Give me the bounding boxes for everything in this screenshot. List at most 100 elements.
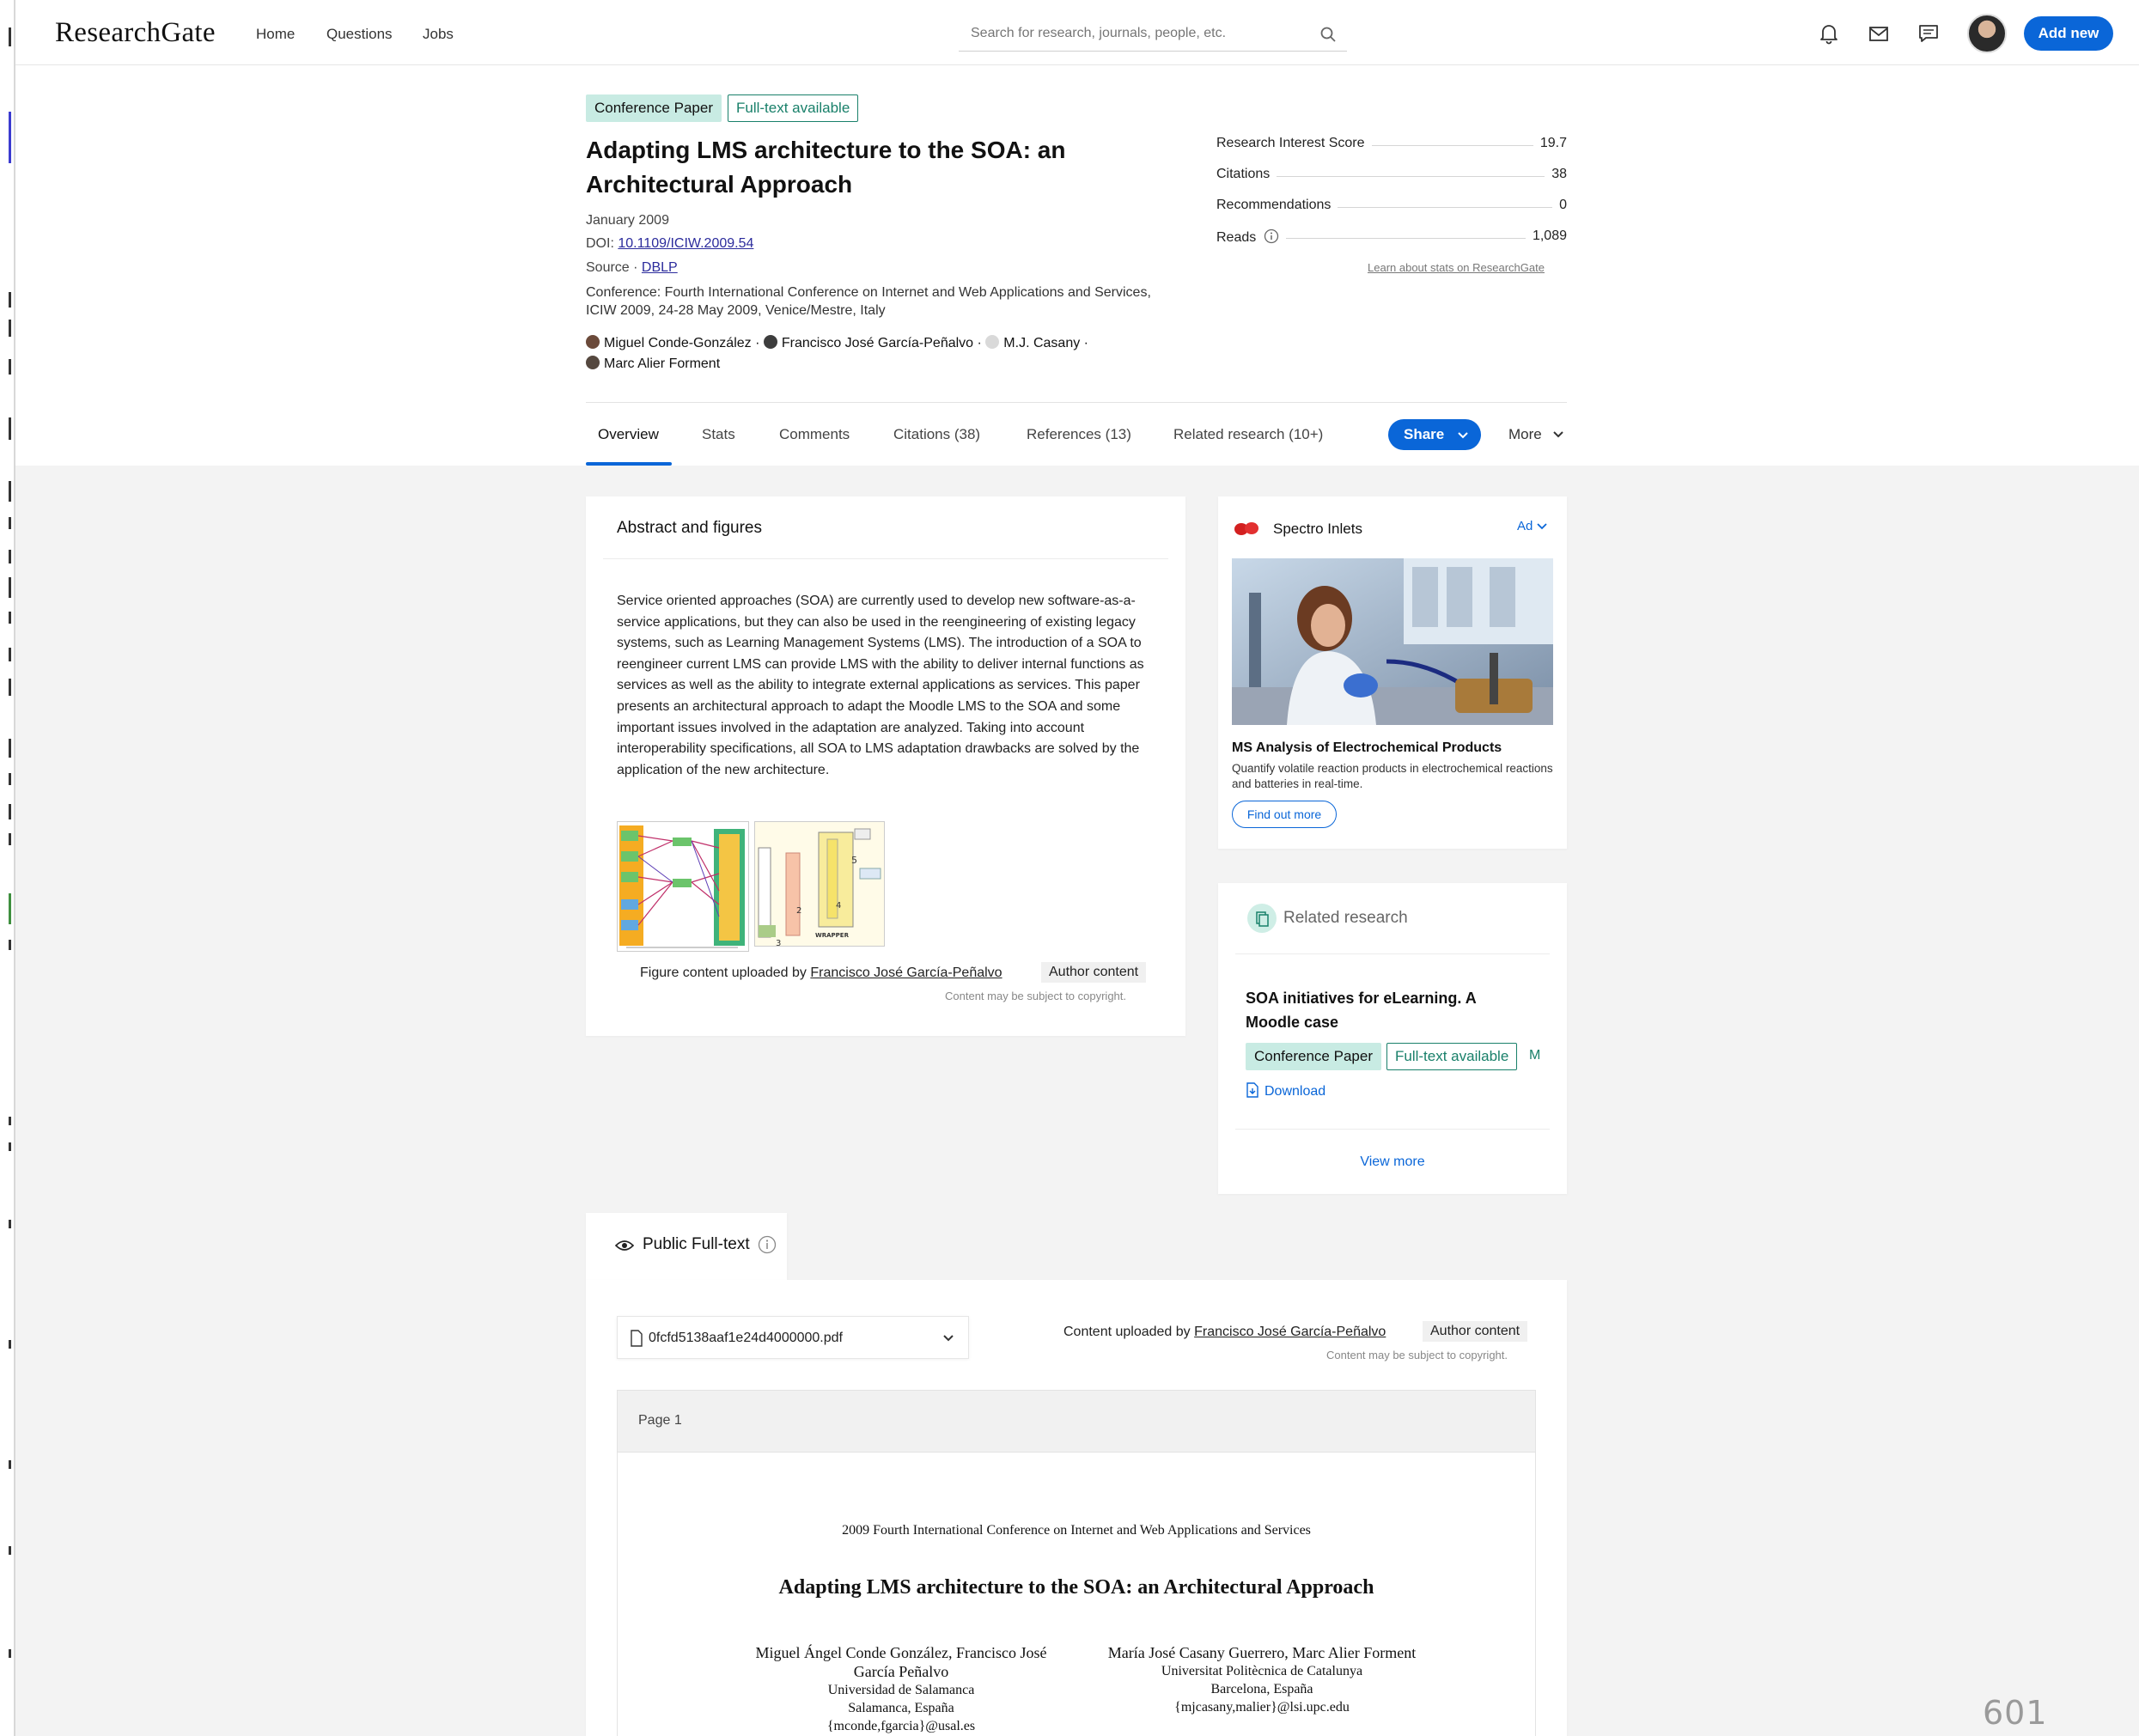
fig-label-wrapper: WRAPPER: [815, 932, 850, 939]
learn-stats-link[interactable]: Learn about stats on ResearchGate: [1368, 261, 1545, 274]
author-link[interactable]: Francisco José García-Peñalvo: [782, 336, 973, 350]
author-content-badge: Author content: [1423, 1321, 1528, 1342]
paper-type-badge: Conference Paper: [586, 94, 722, 122]
related-fulltext-badge: Full-text available: [1386, 1043, 1518, 1070]
researchgate-logo[interactable]: ResearchGate: [55, 17, 216, 49]
info-icon[interactable]: [1264, 228, 1279, 244]
stat-label: Citations: [1216, 167, 1277, 182]
paper-title: Adapting LMS architecture to the SOA: an…: [586, 137, 1066, 198]
chevron-down-icon: [1536, 523, 1547, 530]
author-link[interactable]: Marc Alier Forment: [604, 356, 720, 371]
author-link[interactable]: Miguel Conde-González: [604, 336, 752, 350]
author-avatar: [985, 335, 1000, 349]
tab-overview[interactable]: Overview: [598, 426, 659, 443]
ad-card: Spectro Inlets Ad MS Analysis of Electro…: [1218, 496, 1567, 849]
nav-questions[interactable]: Questions: [326, 26, 393, 43]
more-button[interactable]: More: [1508, 426, 1564, 443]
stat-citations: Citations 38: [1216, 167, 1567, 187]
related-paper-title[interactable]: SOA initiatives for eLearning. A Moodle …: [1246, 986, 1529, 1034]
tabs-divider: [586, 402, 1567, 403]
author-avatar: [763, 335, 777, 349]
eye-icon: [615, 1240, 634, 1251]
stat-label: Research Interest Score: [1216, 136, 1372, 151]
chat-icon[interactable]: [1917, 22, 1940, 45]
ad-brand[interactable]: Spectro Inlets: [1273, 521, 1362, 538]
search-input[interactable]: [959, 17, 1302, 50]
fulltext-panel: 0fcfd5138aaf1e24d4000000.pdf Content upl…: [586, 1280, 1567, 1736]
figure-thumbnail-1[interactable]: [617, 821, 749, 952]
tab-related-research[interactable]: Related research (10+): [1173, 426, 1323, 443]
tab-stats[interactable]: Stats: [702, 426, 735, 443]
paper-source: Source · DBLP: [586, 260, 678, 276]
nav-jobs[interactable]: Jobs: [423, 26, 454, 43]
tab-citations[interactable]: Citations (38): [893, 426, 980, 443]
find-out-more-button[interactable]: Find out more: [1232, 801, 1337, 828]
fig-label-5: 5: [851, 855, 857, 866]
ad-options[interactable]: Ad: [1517, 519, 1547, 533]
wrapper-diagram-figure: 5 4 2 3 WRAPPER: [755, 822, 884, 946]
author-content-badge: Author content: [1041, 962, 1147, 983]
pdf-author-col-1: Miguel Ángel Conde González, Francisco J…: [755, 1644, 1047, 1733]
related-research-card: Related research SOA initiatives for eLe…: [1218, 883, 1567, 1194]
doi-link[interactable]: 10.1109/ICIW.2009.54: [618, 236, 753, 251]
top-navbar: ResearchGate Home Questions Jobs Add new: [15, 0, 2139, 65]
stat-recommendations: Recommendations 0: [1216, 198, 1567, 218]
left-window-edge: [0, 0, 15, 1736]
author-avatar: [586, 335, 600, 349]
tab-comments[interactable]: Comments: [779, 426, 850, 443]
author-link[interactable]: M.J. Casany: [1003, 336, 1080, 350]
nav-home[interactable]: Home: [256, 26, 295, 43]
ad-description: Quantify volatile reaction products in e…: [1232, 762, 1553, 790]
bell-icon[interactable]: [1818, 22, 1840, 45]
add-new-button[interactable]: Add new: [2024, 16, 2113, 51]
pdf-viewer[interactable]: Page 1 2009 Fourth International Confere…: [617, 1390, 1536, 1736]
ad-image[interactable]: [1232, 558, 1553, 725]
download-link[interactable]: Download: [1246, 1082, 1325, 1099]
fulltext-tab: Public Full-text: [586, 1213, 787, 1280]
author-avatar: [586, 356, 600, 369]
divider: [603, 558, 1168, 559]
pdf-page-header: Page 1: [618, 1391, 1535, 1453]
pdf-author-col-2: María José Casany Guerrero, Marc Alier F…: [1107, 1644, 1417, 1715]
mail-icon[interactable]: [1868, 22, 1890, 45]
fulltext-uploader-link[interactable]: Francisco José García-Peñalvo: [1194, 1325, 1386, 1339]
chevron-down-icon: [1458, 432, 1468, 439]
info-icon[interactable]: [758, 1235, 777, 1254]
share-button[interactable]: Share: [1388, 419, 1481, 450]
source-label: Source ·: [586, 260, 638, 275]
chevron-down-icon: [1553, 431, 1564, 438]
file-name: 0fcfd5138aaf1e24d4000000.pdf: [649, 1331, 843, 1345]
paper-date: January 2009: [586, 213, 669, 228]
stat-label: Recommendations: [1216, 198, 1338, 213]
search-bar: [959, 17, 1347, 52]
architecture-diagram-figure: [619, 825, 745, 948]
pdf-title: Adapting LMS architecture to the SOA: an…: [778, 1576, 1374, 1599]
stat-reads: Reads 1,089: [1216, 228, 1567, 249]
file-select[interactable]: 0fcfd5138aaf1e24d4000000.pdf: [617, 1316, 969, 1359]
figure-thumbnail-2[interactable]: 5 4 2 3 WRAPPER: [754, 821, 885, 947]
download-icon: [1246, 1082, 1258, 1098]
abstract-text: Service oriented approaches (SOA) are cu…: [617, 594, 1144, 777]
source-link[interactable]: DBLP: [642, 260, 678, 275]
conference-info: Conference: Fourth International Confere…: [586, 285, 1151, 318]
stat-research-interest: Research Interest Score 19.7: [1216, 136, 1567, 156]
ad-title[interactable]: MS Analysis of Electrochemical Products: [1232, 740, 1502, 756]
chevron-down-icon: [943, 1335, 954, 1342]
public-fulltext-heading: Public Full-text: [643, 1235, 750, 1253]
copyright-note: Content may be subject to copyright.: [945, 990, 1127, 1002]
search-icon[interactable]: [1319, 26, 1337, 43]
figure-uploader-link[interactable]: Francisco José García-Peñalvo: [810, 965, 1002, 980]
lab-scientist-photo: [1232, 558, 1553, 725]
stat-label: Reads: [1216, 228, 1286, 246]
view-more-link[interactable]: View more: [1218, 1154, 1567, 1170]
paper-header-area: [15, 0, 2139, 466]
fig-label-2: 2: [796, 906, 801, 916]
tab-references[interactable]: References (13): [1027, 426, 1131, 443]
file-icon: [631, 1330, 643, 1347]
stat-value: 38: [1545, 167, 1567, 182]
figure-upload-info: Figure content uploaded by Francisco Jos…: [640, 965, 1002, 980]
divider: [1235, 1129, 1550, 1130]
user-avatar[interactable]: [1967, 14, 2007, 53]
stat-value: 1,089: [1525, 228, 1567, 244]
fulltext-badge: Full-text available: [728, 94, 859, 122]
